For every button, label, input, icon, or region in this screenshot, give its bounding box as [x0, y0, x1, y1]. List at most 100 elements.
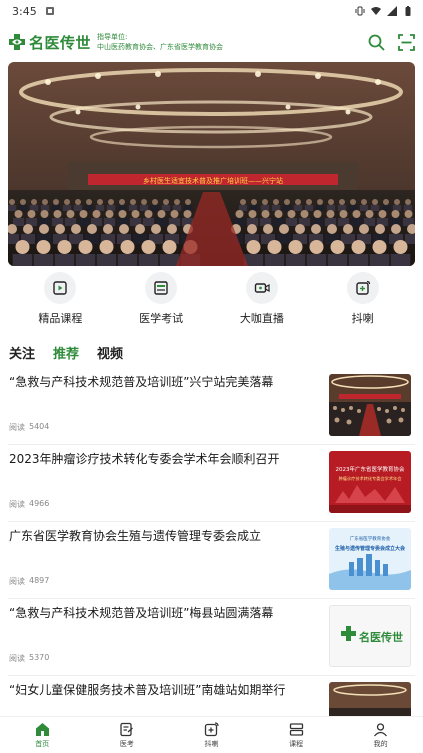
audience-head [55, 224, 65, 234]
audience-head [326, 210, 335, 218]
audience-body [282, 205, 292, 211]
audience-head [343, 224, 353, 234]
audience-body [405, 234, 415, 244]
audience-head [86, 199, 92, 205]
nav-exam[interactable]: 医考 [97, 717, 157, 753]
audience-head [404, 210, 413, 218]
thumb-image: 广东省医学教育协会 生殖与遗传管理专委会成立大会 [329, 528, 411, 590]
audience-head [66, 210, 75, 218]
audience-body [150, 205, 160, 211]
audience-head [295, 224, 305, 234]
logo-text: 名医传世 [29, 33, 92, 52]
audience-head [174, 199, 180, 205]
nav-label: 医考 [119, 740, 134, 748]
audience-body [285, 218, 298, 226]
course-stack-icon [289, 723, 303, 736]
exam-icon [154, 281, 168, 295]
nav-label: 我的 [373, 740, 388, 748]
audience-head [39, 224, 49, 234]
audience-body [350, 218, 363, 226]
audience-body [369, 254, 390, 266]
audience-head [108, 199, 114, 205]
news-feed: “急救与产科技术规范普及培训班”兴宁站完美落幕 阅读 5404 2023年肿瘤诊疗… [0, 368, 423, 753]
quick-nav-exam[interactable]: 医学考试 [121, 272, 201, 330]
home-icon [35, 723, 49, 736]
audience-body [264, 254, 285, 266]
audience-body [138, 254, 159, 266]
audience-body [18, 205, 28, 211]
read-count: 阅读 4897 [9, 576, 49, 587]
nav-course[interactable]: 课程 [266, 717, 326, 753]
guide-orgs: 中山医药教育协会、广东省医学教育协会 [97, 43, 224, 51]
audience-head [372, 199, 378, 205]
audience-head [383, 199, 389, 205]
nav-label: 课程 [289, 740, 304, 748]
audience-head [361, 199, 367, 205]
audience-body [392, 205, 402, 211]
list-item[interactable]: 广东省医学教育协会生殖与遗传管理专委会成立 阅读 4897 广东省医学教育协会 生… [8, 522, 415, 599]
audience-body [161, 205, 171, 211]
course-icon [53, 281, 68, 295]
audience-body [139, 205, 149, 211]
battery-icon [405, 6, 411, 16]
list-item[interactable]: 2023年肿瘤诊疗技术转化专委会学术年会顺利召开 阅读 4966 2023年广东省… [8, 445, 415, 522]
audience-head [279, 224, 289, 234]
audience-body [73, 205, 83, 211]
audience-body [96, 254, 117, 266]
list-item[interactable]: “急救与产科技术规范普及培训班”梅县站圆满落幕 阅读 5370 名医传世 [8, 599, 415, 676]
nav-short-video[interactable]: 抖喇 [181, 717, 241, 753]
banner-carousel[interactable]: 乡村医生适宜技术普及推广培训班——兴宁站 [8, 62, 415, 266]
thumb-image: 2023年广东省医学教育协会 肿瘤诊疗技术转化专委会学术年会 [329, 451, 411, 513]
search-button[interactable] [367, 33, 385, 51]
nav-label: 抖喇 [204, 740, 219, 748]
quick-nav-course[interactable]: 精品课程 [20, 272, 100, 330]
tab-recommend[interactable]: 推荐 [53, 343, 79, 362]
tab-follow[interactable]: 关注 [9, 343, 35, 362]
audience-head [394, 199, 400, 205]
list-item[interactable]: “急救与产科技术规范普及培训班”兴宁站完美落幕 阅读 5404 [8, 368, 415, 445]
audience-head [42, 199, 48, 205]
audience-body [306, 254, 327, 266]
audience-head [359, 224, 369, 234]
audience-head [262, 199, 268, 205]
audience-head [393, 240, 408, 254]
audience-body [341, 234, 355, 244]
audience-head [300, 210, 309, 218]
thumb-title-2: 生殖与遗传管理专委会成立大会 [335, 545, 405, 552]
audience-head [103, 224, 113, 234]
nav-home[interactable]: 首页 [12, 717, 72, 753]
scan-button[interactable] [397, 33, 415, 51]
audience-head [248, 210, 257, 218]
audience-body [337, 205, 347, 211]
audience-head [267, 240, 282, 254]
audience-head [375, 224, 385, 234]
audience-head [79, 210, 88, 218]
audience-head [40, 210, 49, 218]
read-value: 5404 [29, 422, 50, 431]
read-count: 阅读 5370 [9, 653, 49, 664]
audience-head [119, 199, 125, 205]
scan-icon [397, 33, 415, 51]
audience-head [78, 240, 93, 254]
quick-nav-live[interactable]: 大咖直播 [222, 272, 302, 330]
nav-profile[interactable]: 我的 [351, 717, 411, 753]
status-bar: 3:45 [0, 0, 423, 22]
thumb-image [329, 374, 411, 436]
audience-head [391, 210, 400, 218]
article-thumbnail: 2023年广东省医学教育协会 肿瘤诊疗技术转化专委会学术年会 [329, 451, 411, 513]
audience-head [53, 199, 59, 205]
audience-head [247, 224, 257, 234]
audience-head [167, 224, 177, 234]
thumb-title-2: 肿瘤诊疗技术转化专委会学术年会 [339, 475, 403, 482]
audience-head [9, 199, 15, 205]
quick-nav-short-video[interactable]: 抖喇 [323, 272, 403, 330]
tab-video[interactable]: 视频 [97, 343, 123, 362]
audience-body [327, 254, 348, 266]
audience-head [391, 224, 401, 234]
audience-head [141, 199, 147, 205]
banner-caption: 乡村医生适宜技术普及推广培训班——兴宁站 [143, 176, 283, 185]
search-icon [368, 34, 384, 50]
audience-head [365, 210, 374, 218]
read-value: 5370 [29, 653, 50, 662]
audience-body [77, 218, 90, 226]
